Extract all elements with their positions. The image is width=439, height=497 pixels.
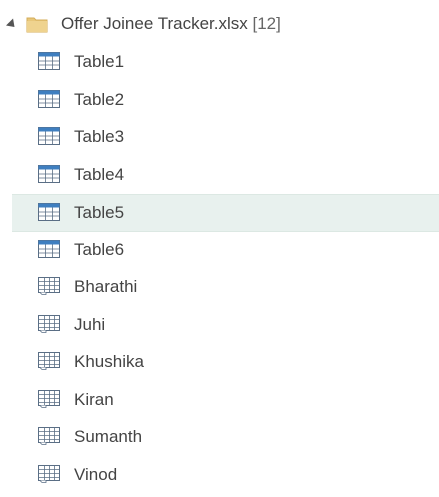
nav-item-kiran[interactable]: Kiran: [12, 382, 439, 420]
workbook-label: Offer Joinee Tracker.xlsx [12]: [61, 14, 281, 34]
nav-item-label: Sumanth: [74, 427, 143, 446]
table-icon: [38, 127, 60, 145]
nav-item-label: Kiran: [74, 389, 114, 409]
table-icon: [38, 52, 60, 70]
item-count: [12]: [252, 14, 281, 33]
nav-item-juhi[interactable]: Juhi: [12, 307, 439, 345]
nav-item-table1[interactable]: Table1: [12, 44, 439, 82]
sheet-icon: [38, 427, 60, 445]
sheet-icon: [38, 389, 60, 408]
nav-item-label: Juhi: [74, 314, 106, 334]
nav-item-table5[interactable]: Table5: [12, 194, 439, 232]
table-icon: [38, 239, 60, 258]
nav-item-table6[interactable]: Table6: [12, 232, 439, 270]
sheet-icon: [38, 314, 60, 333]
collapse-triangle-icon[interactable]: [5, 18, 19, 31]
nav-item-label: Table1: [74, 52, 125, 71]
table-icon: [38, 164, 60, 183]
nav-item-vinod[interactable]: Vinod: [12, 457, 439, 495]
nav-item-khushika[interactable]: Khushika: [12, 344, 439, 382]
item-list: Table1 Table2 Table3 Table4 Table5 Table: [0, 44, 439, 494]
sheet-icon: [38, 277, 60, 295]
nav-item-label: Table5: [74, 203, 125, 222]
nav-item-bharathi[interactable]: Bharathi: [12, 269, 439, 307]
sheet-icon: [38, 352, 60, 370]
table-icon: [38, 203, 60, 221]
workbook-node[interactable]: Offer Joinee Tracker.xlsx [12]: [0, 7, 439, 43]
nav-item-label: Khushika: [74, 352, 144, 371]
nav-item-table2[interactable]: Table2: [12, 82, 439, 120]
nav-item-label: Table4: [74, 164, 125, 184]
navigator-tree: Offer Joinee Tracker.xlsx [12] Table1 Ta…: [0, 0, 439, 497]
nav-item-table4[interactable]: Table4: [12, 157, 439, 195]
nav-item-label: Table2: [74, 89, 125, 109]
sheet-icon: [38, 464, 60, 483]
nav-item-label: Bharathi: [74, 277, 138, 296]
folder-icon: [26, 17, 48, 33]
nav-item-table3[interactable]: Table3: [12, 119, 439, 157]
nav-item-sumanth[interactable]: Sumanth: [12, 419, 439, 457]
nav-item-label: Table6: [74, 239, 125, 259]
table-icon: [38, 89, 60, 108]
workbook-name: Offer Joinee Tracker.xlsx: [61, 14, 248, 33]
nav-item-label: Table3: [74, 127, 125, 146]
nav-item-label: Vinod: [74, 464, 118, 484]
